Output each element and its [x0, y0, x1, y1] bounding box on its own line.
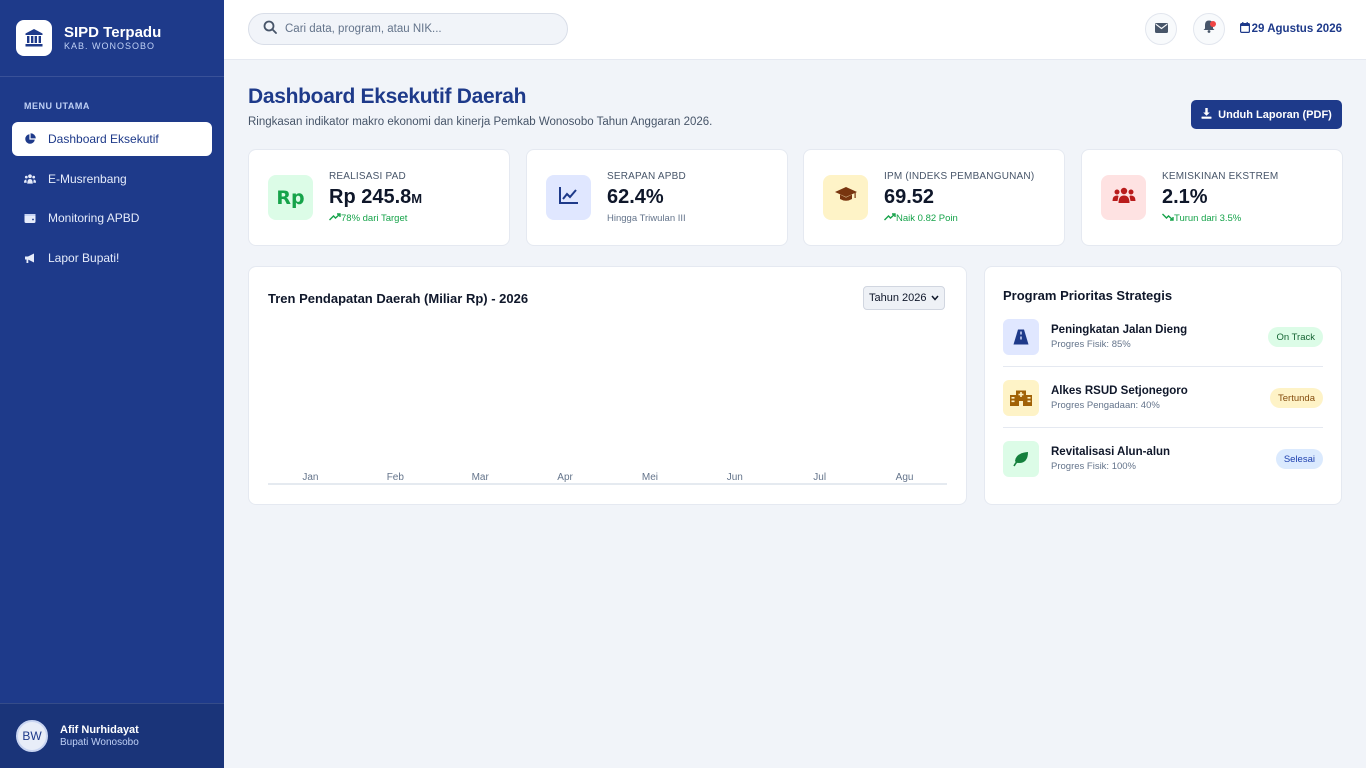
road-icon — [1003, 319, 1039, 355]
stat-card-pad: Rp REALISASI PAD Rp 245.8M 78% dari Targ… — [248, 149, 510, 246]
pie-chart-icon — [24, 133, 36, 145]
sidebar-item-label: Dashboard Eksekutif — [48, 132, 159, 146]
stat-icon-tile — [1101, 175, 1146, 220]
topbar: 29 Agustus 2026 — [224, 0, 1366, 60]
program-progress: Progres Pengadaan: 40% — [1051, 400, 1160, 411]
x-tick-label: Jan — [302, 472, 318, 483]
stat-note: Hingga Triwulan III — [607, 213, 686, 224]
sidebar-item-label: E-Musrenbang — [48, 171, 127, 186]
current-date: 29 Agustus 2026 — [1239, 22, 1342, 36]
stat-value: 62.4% — [607, 186, 664, 208]
trend-down-icon — [1162, 213, 1174, 224]
sidebar-item-label: Lapor Bupati! — [48, 250, 120, 265]
program-progress: Progres Fisik: 85% — [1051, 339, 1131, 350]
people-icon — [24, 173, 36, 185]
line-chart-icon — [558, 186, 579, 209]
notification-dot — [1210, 21, 1216, 27]
stat-label: REALISASI PAD — [329, 171, 406, 182]
brand-subtitle: KAB. WONOSOBO — [64, 41, 156, 51]
download-report-button[interactable]: Unduh Laporan (PDF) — [1191, 100, 1342, 129]
x-tick-label: Feb — [387, 472, 405, 483]
program-name: Revitalisasi Alun-alun — [1051, 446, 1171, 458]
stat-card-kemiskinan: KEMISKINAN EKSTREM 2.1% Turun dari 3.5% — [1081, 149, 1343, 246]
stat-note: 78% dari Target — [329, 213, 407, 224]
program-item[interactable]: Revitalisasi Alun-alun Progres Fisik: 10… — [1003, 441, 1323, 477]
menu-caption: MENU UTAMA — [24, 101, 90, 111]
program-progress: Progres Fisik: 100% — [1051, 461, 1137, 472]
stat-note: Naik 0.82 Poin — [884, 213, 958, 224]
search-input[interactable] — [285, 23, 545, 35]
messages-button[interactable] — [1145, 13, 1177, 45]
sidebar-item-lapor-bupati[interactable]: Lapor Bupati! — [12, 241, 212, 275]
calendar-icon — [1239, 22, 1250, 36]
stat-label: SERAPAN APBD — [607, 171, 686, 182]
wallet-icon — [24, 212, 36, 224]
stat-note: Turun dari 3.5% — [1162, 213, 1241, 224]
hospital-icon — [1003, 380, 1039, 416]
trend-up-icon — [884, 213, 896, 224]
revenue-chart: Jan Feb Mar Apr Mei Jun Jul Agu — [268, 472, 947, 485]
brand-title: SIPD Terpadu — [64, 24, 162, 41]
status-badge: Selesai — [1275, 449, 1323, 469]
graduation-cap-icon — [834, 187, 857, 208]
x-tick-label: Jul — [813, 472, 826, 483]
stat-value: 69.52 — [884, 186, 935, 208]
sidebar-item-monitoring-apbd[interactable]: Monitoring APBD — [12, 201, 212, 235]
x-tick-label: Jun — [727, 472, 743, 483]
stat-label: IPM (INDEKS PEMBANGUNAN) — [884, 171, 1035, 182]
user-profile[interactable]: BW Afif Nurhidayat Bupati Wonosobo — [0, 703, 224, 768]
status-badge: On Track — [1268, 327, 1323, 347]
sidebar-item-dashboard[interactable]: Dashboard Eksekutif — [12, 122, 212, 156]
priority-programs-panel: Program Prioritas Strategis Peningkatan … — [984, 266, 1342, 505]
user-role: Bupati Wonosobo — [60, 736, 139, 748]
rupiah-icon: Rp — [276, 186, 305, 209]
stat-icon-tile: Rp — [268, 175, 313, 220]
brand[interactable]: SIPD Terpadu KAB. WONOSOBO — [0, 0, 224, 77]
status-badge: Tertunda — [1270, 388, 1323, 408]
sidebar: SIPD Terpadu KAB. WONOSOBO MENU UTAMA Da… — [0, 0, 224, 768]
stat-icon-tile — [823, 175, 868, 220]
search-box — [248, 13, 568, 45]
date-text: 29 Agustus 2026 — [1251, 23, 1342, 35]
stat-icon-tile — [546, 175, 591, 220]
x-tick-label: Mar — [472, 472, 490, 483]
divider — [1003, 366, 1323, 367]
users-icon — [1112, 187, 1136, 208]
divider — [1003, 427, 1323, 428]
x-tick-label: Agu — [896, 472, 914, 483]
sidebar-nav: Dashboard Eksekutif E-Musrenbang Monitor… — [12, 122, 212, 280]
sidebar-item-label: Monitoring APBD — [48, 211, 140, 225]
x-tick-label: Mei — [642, 472, 658, 483]
program-name: Alkes RSUD Setjonegoro — [1051, 385, 1188, 397]
stat-label: KEMISKINAN EKSTREM — [1162, 171, 1279, 182]
search-icon — [263, 20, 277, 39]
envelope-icon — [1154, 20, 1168, 38]
stat-value: Rp 245.8M — [329, 186, 423, 208]
program-name: Peningkatan Jalan Dieng — [1051, 324, 1188, 336]
leaf-icon — [1003, 441, 1039, 477]
page-title: Dashboard Eksekutif Daerah — [248, 85, 527, 108]
download-icon — [1201, 107, 1212, 122]
revenue-trend-panel: Tren Pendapatan Daerah (Miliar Rp) - 202… — [248, 266, 967, 505]
stat-value: 2.1% — [1162, 186, 1208, 208]
bank-icon — [16, 20, 52, 56]
program-item[interactable]: Alkes RSUD Setjonegoro Progres Pengadaan… — [1003, 380, 1323, 416]
page-subtitle: Ringkasan indikator makro ekonomi dan ki… — [248, 116, 713, 128]
user-name: Afif Nurhidayat — [60, 723, 139, 736]
stat-card-apbd: SERAPAN APBD 62.4% Hingga Triwulan III — [526, 149, 788, 246]
stat-card-ipm: IPM (INDEKS PEMBANGUNAN) 69.52 Naik 0.82… — [803, 149, 1065, 246]
avatar: BW — [16, 720, 48, 752]
notifications-button[interactable] — [1193, 13, 1225, 45]
sidebar-item-musrenbang[interactable]: E-Musrenbang — [12, 162, 212, 196]
x-tick-label: Apr — [557, 472, 573, 483]
trend-up-icon — [329, 213, 341, 224]
program-item[interactable]: Peningkatan Jalan Dieng Progres Fisik: 8… — [1003, 319, 1323, 355]
programs-title: Program Prioritas Strategis — [1003, 288, 1173, 303]
stat-unit: M — [411, 191, 423, 206]
megaphone-icon — [24, 252, 36, 264]
download-label: Unduh Laporan (PDF) — [1218, 108, 1332, 121]
